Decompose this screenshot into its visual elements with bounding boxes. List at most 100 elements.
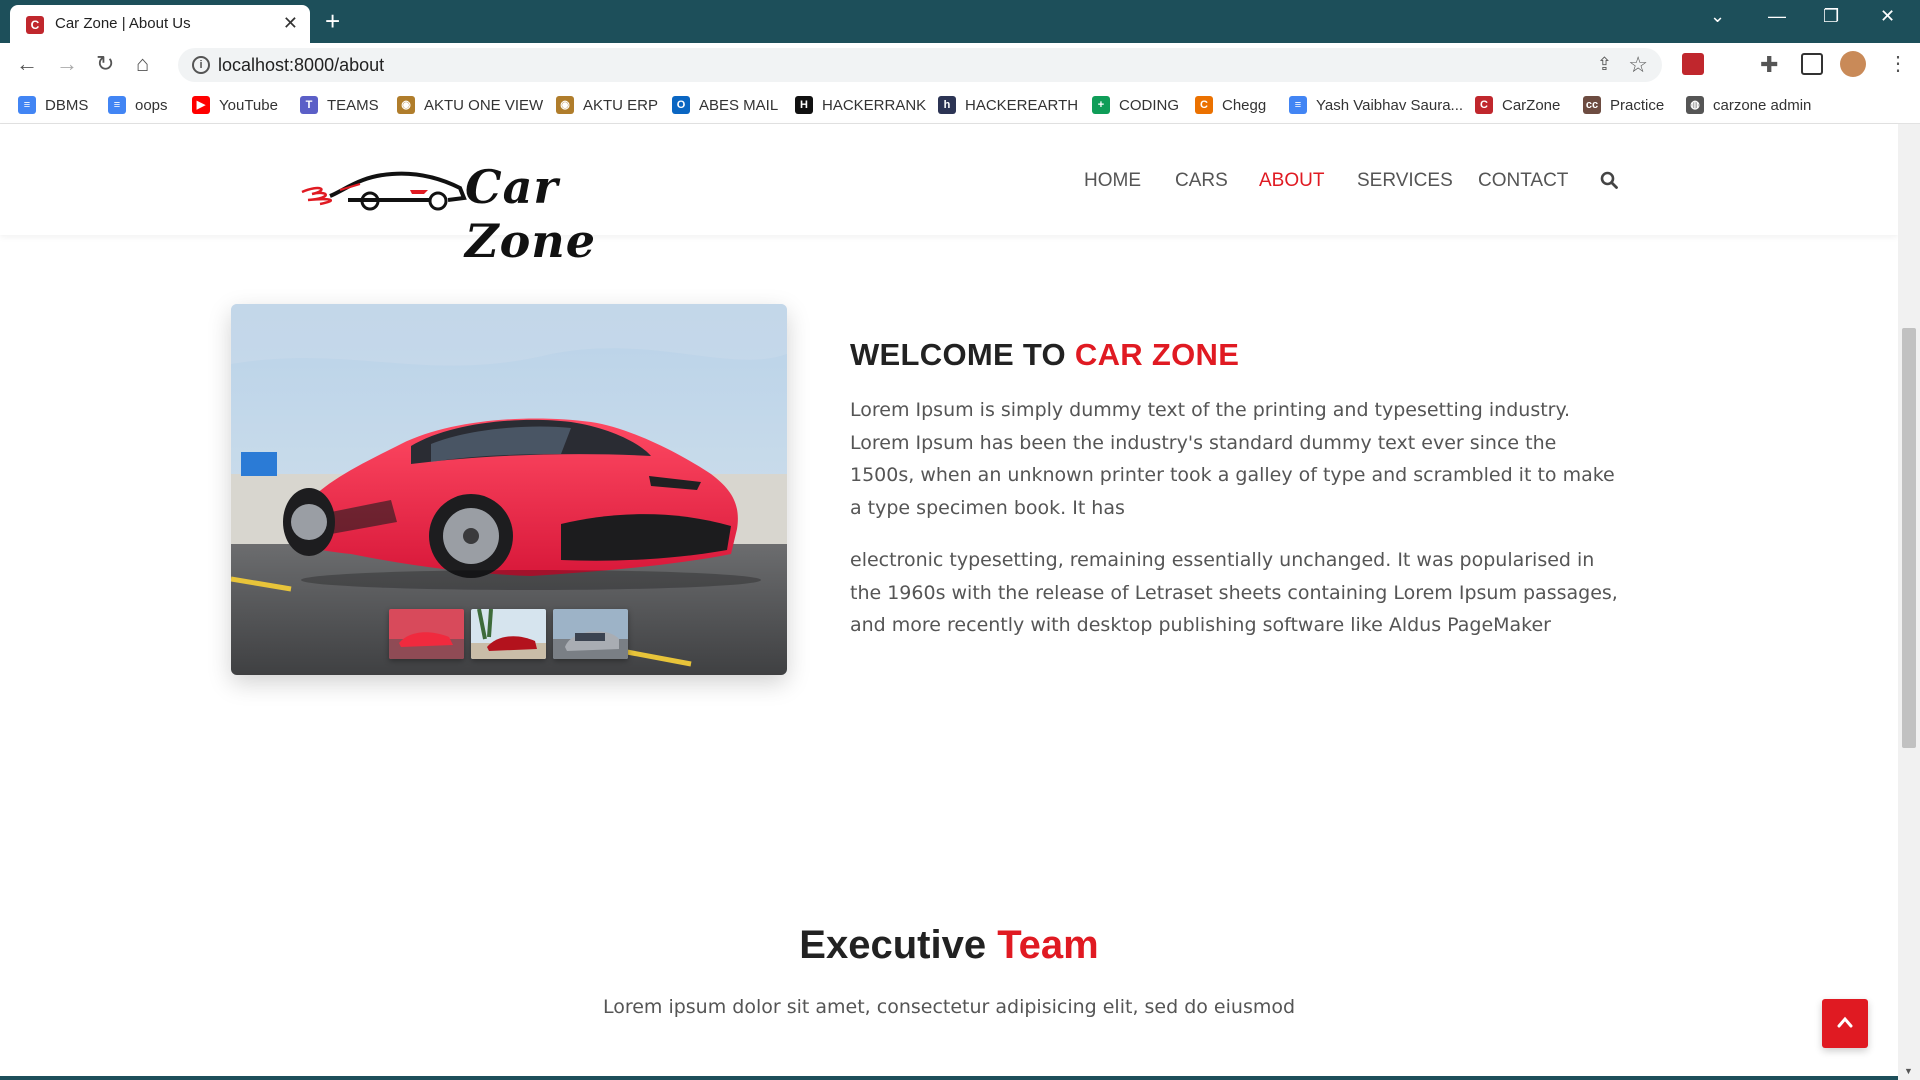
tab-search-chevron-down-icon[interactable]: ⌄ bbox=[1710, 6, 1725, 27]
minimize-icon[interactable]: — bbox=[1768, 6, 1786, 27]
browser-tab-strip: C Car Zone | About Us ✕ + ⌄ — ❐ ✕ bbox=[0, 0, 1920, 43]
bookmark-favicon-icon: ≡ bbox=[1289, 96, 1307, 114]
bookmark-item[interactable]: T TEAMS bbox=[300, 96, 379, 114]
bookmark-item[interactable]: ≡ Yash Vaibhav Saura... bbox=[1289, 96, 1463, 114]
bookmark-favicon-icon: cc bbox=[1583, 96, 1601, 114]
thumbnail-red-car[interactable] bbox=[389, 609, 464, 659]
bookmark-favicon-icon: ≡ bbox=[18, 96, 36, 114]
bookmark-favicon-icon: h bbox=[938, 96, 956, 114]
site-header: Car Zone HOME CARS ABOUT SERVICES CONTAC… bbox=[0, 124, 1898, 268]
bookmarks-bar: ≡ DBMS ≡ oops ▶ YouTube T TEAMS ◉ AKTU ONE VIEW ◉ A… bbox=[0, 87, 1920, 124]
bookmark-item[interactable]: ▶ YouTube bbox=[192, 96, 278, 114]
window-close-icon[interactable]: ✕ bbox=[1880, 6, 1895, 27]
browser-toolbar: ← → ↻ ⌂ i localhost:8000/about ⇪ ☆ ✚ ⋮ bbox=[0, 43, 1920, 87]
bookmark-item[interactable]: ≡ DBMS bbox=[18, 96, 88, 114]
close-icon[interactable]: ✕ bbox=[283, 13, 298, 34]
home-icon[interactable]: ⌂ bbox=[136, 51, 149, 77]
bookmark-item[interactable]: ≡ oops bbox=[108, 96, 168, 114]
pdf-extension-icon[interactable] bbox=[1682, 53, 1704, 75]
search-icon[interactable] bbox=[1600, 171, 1618, 189]
bookmark-favicon-icon: ◉ bbox=[556, 96, 574, 114]
nav-cars[interactable]: CARS bbox=[1175, 170, 1228, 192]
bookmark-label: HACKEREARTH bbox=[965, 96, 1079, 114]
new-tab-plus-icon[interactable]: + bbox=[325, 6, 340, 37]
team-title-prefix: Executive bbox=[799, 923, 987, 967]
nav-contact[interactable]: CONTACT bbox=[1478, 170, 1568, 192]
about-paragraph-2: electronic typesetting, remaining essent… bbox=[850, 549, 1618, 636]
bookmark-item[interactable]: cc Practice bbox=[1583, 96, 1664, 114]
taskbar-edge bbox=[0, 1076, 1898, 1080]
carzone-favicon-icon: C bbox=[26, 16, 44, 34]
bookmark-favicon-icon: C bbox=[1475, 96, 1493, 114]
nav-about[interactable]: ABOUT bbox=[1259, 170, 1324, 192]
bookmark-label: TEAMS bbox=[327, 96, 379, 114]
reload-icon[interactable]: ↻ bbox=[96, 51, 114, 77]
bookmark-label: YouTube bbox=[219, 96, 278, 114]
bookmark-favicon-icon: ◉ bbox=[397, 96, 415, 114]
bookmark-label: CODING bbox=[1119, 96, 1179, 114]
gallery-thumbnails bbox=[389, 609, 628, 659]
bookmark-item[interactable]: ◉ AKTU ONE VIEW bbox=[397, 96, 543, 114]
site-info-icon[interactable]: i bbox=[192, 56, 210, 74]
bookmark-label: HACKERRANK bbox=[822, 96, 927, 114]
url-text[interactable]: localhost:8000/about bbox=[218, 55, 384, 76]
bookmark-label: DBMS bbox=[45, 96, 89, 114]
about-paragraph-1: Lorem Ipsum is simply dummy text of the … bbox=[850, 399, 1615, 519]
bookmark-favicon-icon: ≡ bbox=[108, 96, 126, 114]
bookmark-item[interactable]: H HACKERRANK bbox=[795, 96, 926, 114]
back-arrow-icon[interactable]: ← bbox=[16, 51, 38, 77]
bookmark-label: AKTU ONE VIEW bbox=[424, 96, 544, 114]
nav-home[interactable]: HOME bbox=[1084, 170, 1141, 192]
bookmark-label: Practice bbox=[1610, 96, 1665, 114]
page-scrollbar[interactable]: ▼ bbox=[1898, 124, 1920, 1080]
bookmark-favicon-icon: C bbox=[1195, 96, 1213, 114]
bookmark-favicon-icon: ▶ bbox=[192, 96, 210, 114]
scrollbar-thumb[interactable] bbox=[1902, 328, 1916, 748]
kebab-menu-icon[interactable]: ⋮ bbox=[1888, 51, 1908, 76]
bookmark-label: CarZone bbox=[1502, 96, 1561, 114]
thumbnail-beach-car[interactable] bbox=[471, 609, 546, 659]
thumbnail-suv[interactable] bbox=[553, 609, 628, 659]
bookmark-label: carzone admin bbox=[1713, 96, 1812, 114]
scroll-down-arrow-icon[interactable]: ▼ bbox=[1904, 1066, 1913, 1076]
chevron-up-icon bbox=[1837, 1016, 1853, 1028]
bookmark-item[interactable]: ◍ carzone admin bbox=[1686, 96, 1811, 114]
bookmark-item[interactable]: O ABES MAIL bbox=[672, 96, 778, 114]
bookmark-item[interactable]: C CarZone bbox=[1475, 96, 1560, 114]
bookmark-favicon-icon: T bbox=[300, 96, 318, 114]
side-panel-icon[interactable] bbox=[1801, 53, 1823, 75]
tab-title: Car Zone | About Us bbox=[55, 15, 191, 32]
about-heading-prefix: WELCOME TO bbox=[850, 337, 1066, 372]
back-to-top-button[interactable] bbox=[1822, 999, 1868, 1048]
bookmark-label: oops bbox=[135, 96, 168, 114]
bookmark-item[interactable]: C Chegg bbox=[1195, 96, 1266, 114]
bookmark-label: ABES MAIL bbox=[699, 96, 779, 114]
brand-wordmark: Car Zone bbox=[465, 160, 596, 268]
restore-icon[interactable]: ❐ bbox=[1823, 6, 1839, 27]
carzone-logo[interactable]: Car Zone bbox=[300, 154, 672, 268]
bookmark-item[interactable]: ◉ AKTU ERP bbox=[556, 96, 658, 114]
bookmark-favicon-icon: O bbox=[672, 96, 690, 114]
team-title-accent: Team bbox=[997, 923, 1099, 967]
car-gallery-main-image bbox=[231, 304, 787, 675]
bookmark-label: Yash Vaibhav Saura... bbox=[1316, 96, 1464, 114]
car-logo-icon bbox=[301, 171, 467, 211]
about-heading: WELCOME TO CAR ZONE bbox=[850, 337, 1239, 373]
team-section-subtitle: Lorem ipsum dolor sit amet, consectetur … bbox=[602, 996, 1296, 1018]
share-icon[interactable]: ⇪ bbox=[1597, 54, 1612, 75]
bookmark-label: Chegg bbox=[1222, 96, 1267, 114]
bookmark-favicon-icon: + bbox=[1092, 96, 1110, 114]
about-heading-accent: CAR ZONE bbox=[1074, 337, 1240, 372]
bookmark-star-icon[interactable]: ☆ bbox=[1628, 52, 1648, 78]
bookmark-item[interactable]: + CODING bbox=[1092, 96, 1179, 114]
bookmark-favicon-icon: H bbox=[795, 96, 813, 114]
profile-avatar[interactable] bbox=[1840, 51, 1866, 77]
browser-tab[interactable]: C Car Zone | About Us ✕ bbox=[10, 5, 310, 43]
address-bar[interactable]: i localhost:8000/about ⇪ ☆ bbox=[178, 48, 1662, 82]
bookmark-favicon-icon: ◍ bbox=[1686, 96, 1704, 114]
forward-arrow-icon[interactable]: → bbox=[56, 51, 78, 77]
extensions-puzzle-icon[interactable]: ✚ bbox=[1760, 52, 1778, 78]
bookmark-label: AKTU ERP bbox=[583, 96, 659, 114]
nav-services[interactable]: SERVICES bbox=[1357, 170, 1453, 192]
bookmark-item[interactable]: h HACKEREARTH bbox=[938, 96, 1078, 114]
